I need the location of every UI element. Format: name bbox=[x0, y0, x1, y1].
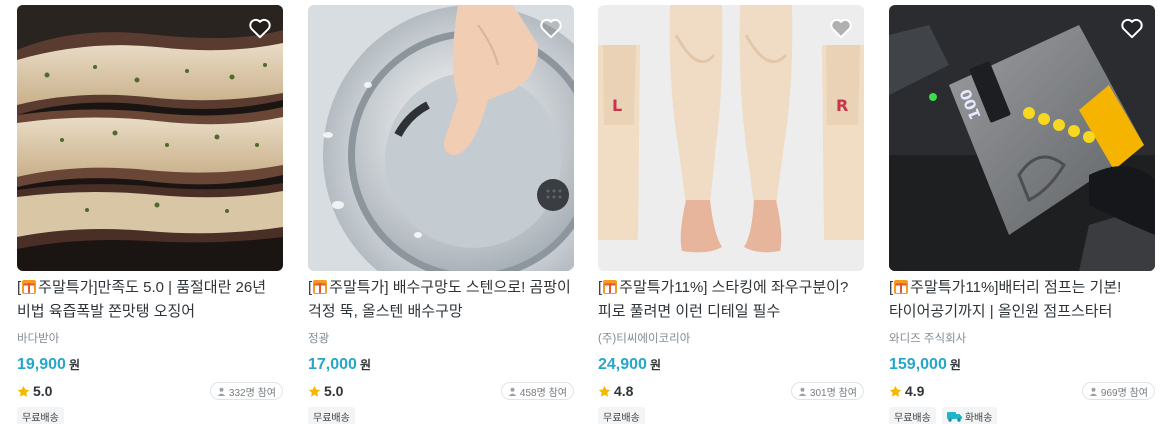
price-row: 17,000 원 bbox=[308, 356, 574, 376]
currency: 원 bbox=[359, 358, 371, 372]
rating-value: 5.0 bbox=[324, 383, 344, 399]
truck-icon bbox=[946, 411, 962, 422]
gift-icon bbox=[603, 280, 618, 294]
review-count: 458명 참여 bbox=[500, 382, 574, 400]
meta-row: 4.8 301명 참여 bbox=[598, 381, 864, 401]
price: 19,900 bbox=[17, 356, 66, 373]
rating: 4.9 bbox=[889, 383, 924, 399]
review-count: 301명 참여 bbox=[790, 382, 864, 400]
rating-value: 4.8 bbox=[614, 383, 634, 399]
star-icon bbox=[889, 385, 902, 397]
meta-row: 5.0 332명 참여 bbox=[17, 381, 283, 401]
review-count-text: 969명 참여 bbox=[1100, 387, 1148, 399]
price: 159,000 bbox=[889, 356, 947, 373]
left-label: L bbox=[612, 96, 622, 115]
product-image[interactable]: L R bbox=[598, 5, 864, 271]
free-shipping-badge: 무료배송 bbox=[598, 407, 645, 424]
delivery-badge-text: 화배송 bbox=[964, 412, 993, 424]
rating: 4.8 bbox=[598, 383, 633, 399]
product-title-text: 주말특가]만족도 5.0 | 품절대란 26년 비법 육즙폭발 쫀맛탱 오징어 bbox=[17, 279, 267, 320]
product-title-text: 주말특가] 배수구망도 스텐으로! 곰팡이 걱정 뚝, 올스텐 배수구망 bbox=[308, 279, 571, 320]
product-card[interactable]: 100 [주말특가11%]배터리 점프는 기본! 타이어공기까지 | 올인원 점… bbox=[889, 5, 1155, 424]
product-card[interactable]: L R [주말특가11%] 스타킹에 좌우구분이? 피로 풀려면 이런 디테일 … bbox=[598, 5, 864, 424]
price: 24,900 bbox=[598, 356, 647, 373]
review-count: 969명 참여 bbox=[1081, 382, 1155, 400]
grilled-squid-photo bbox=[17, 5, 283, 271]
review-count-text: 301명 참여 bbox=[809, 387, 857, 399]
product-card[interactable]: [주말특가] 배수구망도 스텐으로! 곰팡이 걱정 뚝, 올스텐 배수구망 정광… bbox=[308, 5, 574, 424]
gift-icon bbox=[894, 280, 909, 294]
product-title-text: 주말특가11%] 스타킹에 좌우구분이? 피로 풀려면 이런 디테일 필수 bbox=[598, 279, 849, 320]
free-shipping-badge: 무료배송 bbox=[308, 407, 355, 424]
review-count-text: 332명 참여 bbox=[228, 387, 276, 399]
badges: 무료배송 bbox=[17, 406, 283, 424]
product-title[interactable]: [주말특가11%] 스타킹에 좌우구분이? 피로 풀려면 이런 디테일 필수 bbox=[598, 276, 864, 324]
price-row: 24,900 원 bbox=[598, 356, 864, 376]
right-label: R bbox=[836, 96, 848, 115]
product-title[interactable]: [주말특가]만족도 5.0 | 품절대란 26년 비법 육즙폭발 쫀맛탱 오징어 bbox=[17, 276, 283, 324]
meta-row: 4.9 969명 참여 bbox=[889, 381, 1155, 401]
gift-icon bbox=[313, 280, 328, 294]
rating-value: 5.0 bbox=[33, 383, 53, 399]
jump-starter-photo: 100 bbox=[889, 5, 1155, 271]
product-title[interactable]: [주말특가] 배수구망도 스텐으로! 곰팡이 걱정 뚝, 올스텐 배수구망 bbox=[308, 276, 574, 324]
free-shipping-badge: 무료배송 bbox=[889, 407, 936, 424]
product-image[interactable] bbox=[17, 5, 283, 271]
badges: 무료배송 화배송 bbox=[889, 406, 1155, 424]
stainless-drain-photo bbox=[308, 5, 574, 271]
delivery-badge: 화배송 bbox=[941, 407, 998, 424]
heart-outline-icon[interactable] bbox=[247, 15, 273, 41]
product-title-text: 주말특가11%]배터리 점프는 기본! 타이어공기까지 | 올인원 점프스타터 bbox=[889, 279, 1122, 320]
currency: 원 bbox=[949, 358, 961, 372]
price: 17,000 bbox=[308, 356, 357, 373]
review-count-text: 458명 참여 bbox=[519, 387, 567, 399]
product-card[interactable]: [주말특가]만족도 5.0 | 품절대란 26년 비법 육즙폭발 쫀맛탱 오징어… bbox=[17, 5, 283, 424]
brand-name: (주)티씨에이코리아 bbox=[598, 333, 691, 345]
person-icon bbox=[798, 387, 807, 396]
product-image[interactable] bbox=[308, 5, 574, 271]
price-row: 159,000 원 bbox=[889, 356, 1155, 376]
star-icon bbox=[308, 385, 321, 397]
product-grid: [주말특가]만족도 5.0 | 품절대란 26년 비법 육즙폭발 쫀맛탱 오징어… bbox=[0, 0, 1163, 424]
brand-name: 바다받아 bbox=[17, 333, 60, 345]
badges: 무료배송 bbox=[598, 406, 864, 424]
person-icon bbox=[508, 387, 517, 396]
meta-row: 5.0 458명 참여 bbox=[308, 381, 574, 401]
free-shipping-badge: 무료배송 bbox=[17, 407, 64, 424]
rating: 5.0 bbox=[308, 383, 343, 399]
price-row: 19,900 원 bbox=[17, 356, 283, 376]
heart-outline-icon[interactable] bbox=[1119, 15, 1145, 41]
rating: 5.0 bbox=[17, 383, 52, 399]
person-icon bbox=[1089, 387, 1098, 396]
person-icon bbox=[217, 387, 226, 396]
review-count: 332명 참여 bbox=[209, 382, 283, 400]
heart-outline-icon[interactable] bbox=[538, 15, 564, 41]
calf-sleeves-photo: L R bbox=[598, 5, 864, 271]
brand-name: 와디즈 주식회사 bbox=[889, 333, 967, 345]
star-icon bbox=[17, 385, 30, 397]
product-image[interactable]: 100 bbox=[889, 5, 1155, 271]
currency: 원 bbox=[68, 358, 80, 372]
star-icon bbox=[598, 385, 611, 397]
badges: 무료배송 bbox=[308, 406, 574, 424]
rating-value: 4.9 bbox=[905, 383, 925, 399]
gift-icon bbox=[22, 280, 37, 294]
brand-name: 정광 bbox=[308, 333, 330, 345]
heart-outline-icon[interactable] bbox=[828, 15, 854, 41]
product-title[interactable]: [주말특가11%]배터리 점프는 기본! 타이어공기까지 | 올인원 점프스타터 bbox=[889, 276, 1155, 324]
currency: 원 bbox=[649, 358, 661, 372]
